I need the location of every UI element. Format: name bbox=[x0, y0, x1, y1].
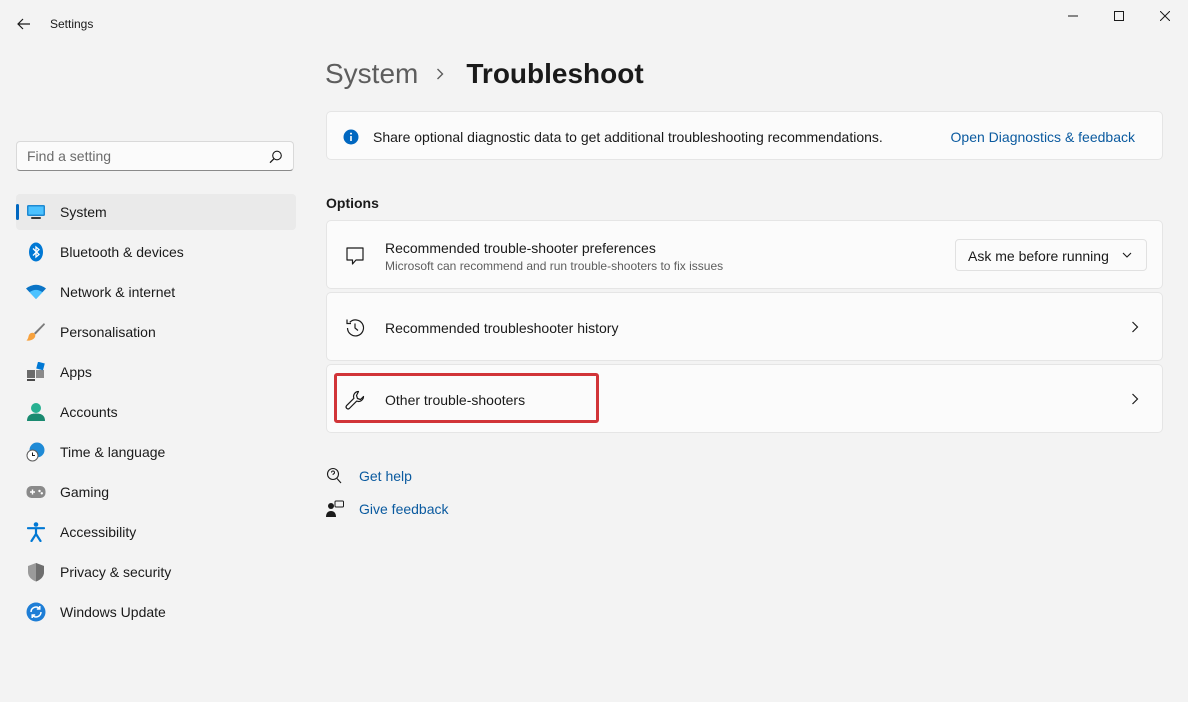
sidebar-item-label: Gaming bbox=[60, 484, 110, 500]
history-title: Recommended troubleshooter history bbox=[385, 320, 619, 336]
history-icon bbox=[346, 319, 365, 337]
sidebar-nav: System Bluetooth & devices Network & int… bbox=[16, 194, 296, 634]
get-help-link[interactable]: Get help bbox=[326, 466, 412, 486]
sidebar-item-time-language[interactable]: Time & language bbox=[16, 434, 296, 470]
chat-message-icon bbox=[346, 247, 364, 265]
app-title: Settings bbox=[50, 17, 94, 31]
search-box[interactable] bbox=[16, 141, 294, 171]
info-icon bbox=[343, 129, 359, 145]
breadcrumb: System Troubleshoot bbox=[325, 58, 644, 90]
gamepad-icon bbox=[26, 482, 46, 502]
accounts-icon bbox=[26, 402, 46, 422]
sidebar-item-gaming[interactable]: Gaming bbox=[16, 474, 296, 510]
get-help-label: Get help bbox=[359, 468, 412, 484]
banner-text: Share optional diagnostic data to get ad… bbox=[373, 129, 883, 145]
update-icon bbox=[26, 602, 46, 622]
sidebar-item-label: Apps bbox=[60, 364, 92, 380]
chevron-down-icon bbox=[1122, 252, 1132, 258]
troubleshooter-history-row[interactable]: Recommended troubleshooter history bbox=[326, 292, 1163, 361]
troubleshooter-preferences-row: Recommended trouble-shooter preferences … bbox=[326, 220, 1163, 289]
sidebar-item-label: Windows Update bbox=[60, 604, 166, 620]
sidebar-item-label: Accounts bbox=[60, 404, 118, 420]
other-troubleshooters-row[interactable]: Other trouble-shooters bbox=[326, 364, 1163, 433]
diagnostics-banner: Share optional diagnostic data to get ad… bbox=[326, 111, 1163, 160]
apps-icon bbox=[26, 362, 46, 382]
give-feedback-label: Give feedback bbox=[359, 501, 449, 517]
sidebar-item-privacy[interactable]: Privacy & security bbox=[16, 554, 296, 590]
give-feedback-link[interactable]: Give feedback bbox=[326, 499, 449, 519]
search-icon[interactable] bbox=[269, 150, 283, 164]
accessibility-icon bbox=[26, 522, 46, 542]
sidebar-item-personalisation[interactable]: Personalisation bbox=[16, 314, 296, 350]
back-arrow-icon bbox=[17, 18, 30, 30]
shield-icon bbox=[26, 562, 46, 582]
sidebar-item-label: Accessibility bbox=[60, 524, 137, 540]
maximize-icon bbox=[1114, 11, 1124, 21]
globe-clock-icon bbox=[26, 442, 46, 462]
search-input[interactable] bbox=[17, 142, 267, 170]
dropdown-selected-value: Ask me before running bbox=[968, 248, 1109, 264]
troubleshooter-preference-dropdown[interactable]: Ask me before running bbox=[955, 239, 1147, 271]
chevron-right-icon bbox=[436, 67, 450, 81]
sidebar-item-windows-update[interactable]: Windows Update bbox=[16, 594, 296, 630]
sidebar-item-label: Network & internet bbox=[60, 284, 176, 300]
feedback-icon bbox=[326, 500, 344, 517]
minimize-icon bbox=[1068, 15, 1078, 17]
title-bar: Settings bbox=[0, 0, 1188, 48]
wrench-icon bbox=[345, 390, 365, 410]
paintbrush-icon bbox=[26, 322, 46, 342]
preferences-title: Recommended trouble-shooter preferences bbox=[385, 240, 656, 256]
sidebar-item-bluetooth[interactable]: Bluetooth & devices bbox=[16, 234, 296, 270]
wifi-icon bbox=[26, 282, 46, 302]
close-icon bbox=[1160, 11, 1170, 21]
minimize-button[interactable] bbox=[1050, 0, 1096, 32]
sidebar-item-label: Bluetooth & devices bbox=[60, 244, 184, 260]
sidebar-item-label: Privacy & security bbox=[60, 564, 172, 580]
sidebar-item-system[interactable]: System bbox=[16, 194, 296, 230]
sidebar-item-apps[interactable]: Apps bbox=[16, 354, 296, 390]
maximize-button[interactable] bbox=[1096, 0, 1142, 32]
breadcrumb-parent[interactable]: System bbox=[325, 58, 418, 90]
preferences-subtitle: Microsoft can recommend and run trouble-… bbox=[385, 259, 724, 273]
sidebar-item-accessibility[interactable]: Accessibility bbox=[16, 514, 296, 550]
sidebar-item-network[interactable]: Network & internet bbox=[16, 274, 296, 310]
back-button[interactable] bbox=[10, 10, 38, 38]
options-heading: Options bbox=[326, 195, 379, 211]
sidebar-item-label: Time & language bbox=[60, 444, 166, 460]
system-monitor-icon bbox=[26, 202, 46, 222]
chevron-right-icon bbox=[1132, 393, 1139, 405]
sidebar-item-accounts[interactable]: Accounts bbox=[16, 394, 296, 430]
open-diagnostics-link[interactable]: Open Diagnostics & feedback bbox=[951, 129, 1135, 145]
sidebar-item-label: System bbox=[60, 204, 107, 220]
bluetooth-icon bbox=[26, 242, 46, 262]
sidebar-item-label: Personalisation bbox=[60, 324, 156, 340]
close-button[interactable] bbox=[1142, 0, 1188, 32]
page-title: Troubleshoot bbox=[466, 58, 644, 89]
help-chat-icon bbox=[326, 467, 342, 484]
other-troubleshooters-title: Other trouble-shooters bbox=[385, 392, 526, 408]
chevron-right-icon bbox=[1132, 321, 1139, 333]
